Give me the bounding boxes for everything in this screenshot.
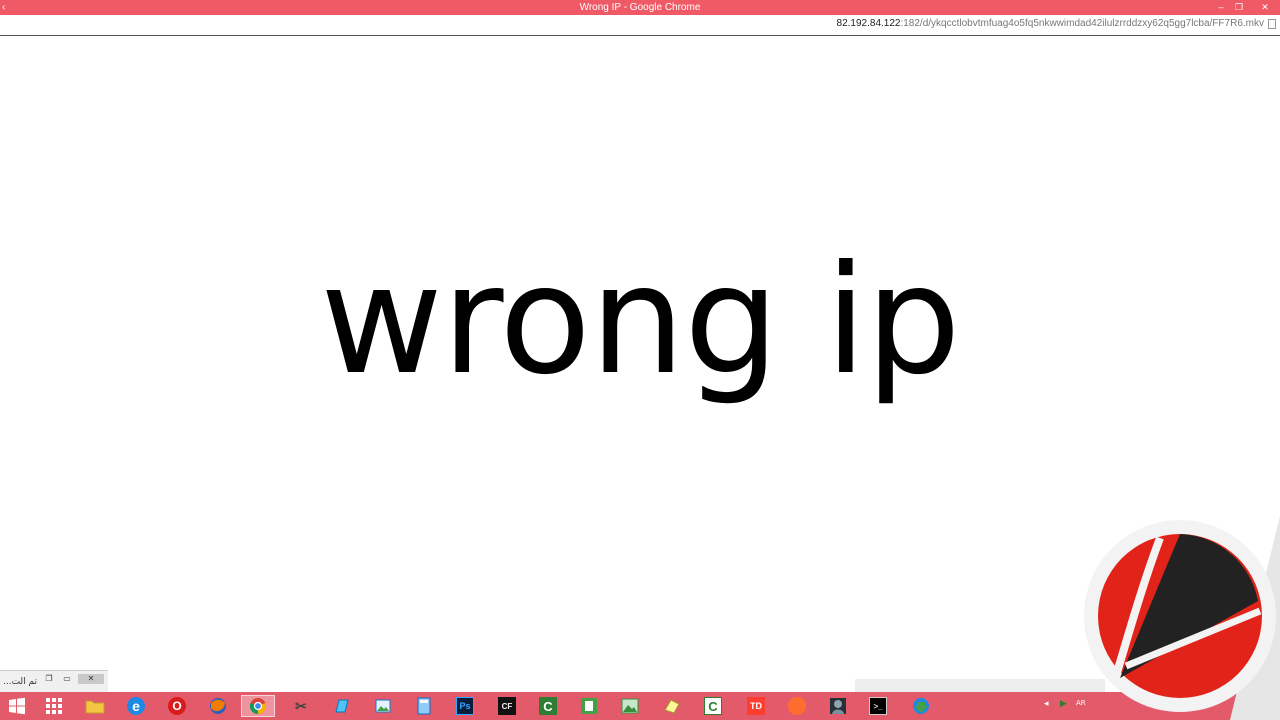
taskbar-item-snipping-tool[interactable]: ✂ bbox=[284, 695, 318, 717]
start-button[interactable] bbox=[0, 695, 34, 717]
camtasia-recorder-icon: C bbox=[704, 697, 722, 715]
taskbar-item-image-app[interactable] bbox=[613, 695, 647, 717]
photoshop-icon: Ps bbox=[456, 697, 474, 715]
taskbar-item-camtasia[interactable]: C bbox=[531, 695, 565, 717]
taskbar-item-td-app[interactable]: TD bbox=[739, 695, 773, 717]
minwin-maximize-button[interactable]: ▭ bbox=[60, 674, 74, 684]
image-icon bbox=[621, 698, 639, 714]
calculator-icon bbox=[417, 697, 431, 715]
scissors-icon: ✂ bbox=[295, 697, 307, 714]
taskbar-item-soldier-app[interactable] bbox=[821, 695, 855, 717]
apps-grid-icon bbox=[46, 698, 62, 714]
camtasia-icon: C bbox=[539, 697, 557, 715]
tray-arrow-icon[interactable]: ◂ bbox=[1044, 699, 1049, 709]
taskbar-item-file-explorer[interactable] bbox=[78, 695, 112, 717]
taskbar-item-command-prompt[interactable]: >_ bbox=[861, 695, 895, 717]
logo-watermark bbox=[1084, 516, 1280, 720]
minwin-restore-button[interactable]: ❐ bbox=[42, 674, 56, 684]
download-manager-icon bbox=[913, 698, 929, 714]
page-heading: wrong ip bbox=[320, 234, 961, 408]
window-title: Wrong IP - Google Chrome bbox=[579, 2, 701, 13]
taskbar-item-camtasia-recorder[interactable]: C bbox=[696, 695, 730, 717]
soldier-icon bbox=[830, 698, 846, 714]
taskbar-item-apps[interactable] bbox=[37, 695, 71, 717]
address-bar[interactable]: 82.192.84.122:182/d/ykqcctlobvtmfuag4o5f… bbox=[0, 15, 1280, 36]
crossfire-icon: CF bbox=[498, 697, 516, 715]
taskbar-item-notes[interactable] bbox=[325, 695, 359, 717]
taskbar-item-internet-explorer[interactable]: e bbox=[119, 695, 153, 717]
window-titlebar: ‹ Wrong IP - Google Chrome – ❐ ✕ bbox=[0, 0, 1280, 15]
folder-icon bbox=[85, 700, 105, 714]
taskbar-item-download-manager[interactable] bbox=[904, 695, 938, 717]
tray-play-icon[interactable]: ▶ bbox=[1060, 699, 1067, 709]
taskbar-item-calculator[interactable] bbox=[407, 695, 441, 717]
td-app-icon: TD bbox=[747, 697, 765, 715]
close-button[interactable]: ✕ bbox=[1254, 0, 1276, 15]
taskbar-item-chrome[interactable] bbox=[241, 695, 275, 717]
orange-circle-icon bbox=[788, 697, 806, 715]
taskbar-item-folder-app[interactable] bbox=[655, 695, 689, 717]
taskbar-item-green-app[interactable] bbox=[572, 695, 606, 717]
taskbar-item-orange-app[interactable] bbox=[780, 695, 814, 717]
taskbar-item-photoshop[interactable]: Ps bbox=[448, 695, 482, 717]
chrome-icon bbox=[249, 698, 267, 715]
internet-explorer-icon: e bbox=[127, 697, 145, 715]
taskbar-item-opera[interactable]: O bbox=[160, 695, 194, 717]
overlay-band bbox=[855, 679, 1105, 692]
minwin-close-button[interactable]: ✕ bbox=[78, 674, 104, 684]
restore-button[interactable]: ❐ bbox=[1228, 0, 1250, 15]
photo-viewer-icon bbox=[375, 699, 391, 713]
green-app-icon bbox=[581, 698, 597, 714]
url-path: :182/d/ykqcctlobvtmfuag4o5fq5nkwwimdad42… bbox=[900, 18, 1264, 29]
minimized-window-label: ...تم الت bbox=[3, 677, 38, 687]
terminal-icon: >_ bbox=[869, 697, 887, 715]
url-text[interactable]: 82.192.84.122:182/d/ykqcctlobvtmfuag4o5f… bbox=[837, 18, 1264, 29]
windows-logo-icon bbox=[9, 697, 25, 715]
url-host: 82.192.84.122 bbox=[836, 18, 901, 29]
page-icon bbox=[1268, 19, 1276, 29]
opera-icon: O bbox=[168, 697, 186, 715]
taskbar-item-crossfire[interactable]: CF bbox=[490, 695, 524, 717]
minimized-window[interactable]: ...تم الت ❐ ▭ ✕ bbox=[0, 670, 108, 693]
folder-tab-icon bbox=[664, 699, 680, 714]
notes-icon bbox=[335, 699, 349, 713]
screen: ‹ Wrong IP - Google Chrome – ❐ ✕ 82.192.… bbox=[0, 0, 1280, 720]
firefox-icon bbox=[210, 698, 226, 714]
taskbar-item-photos[interactable] bbox=[366, 695, 400, 717]
taskbar-item-firefox[interactable] bbox=[201, 695, 235, 717]
